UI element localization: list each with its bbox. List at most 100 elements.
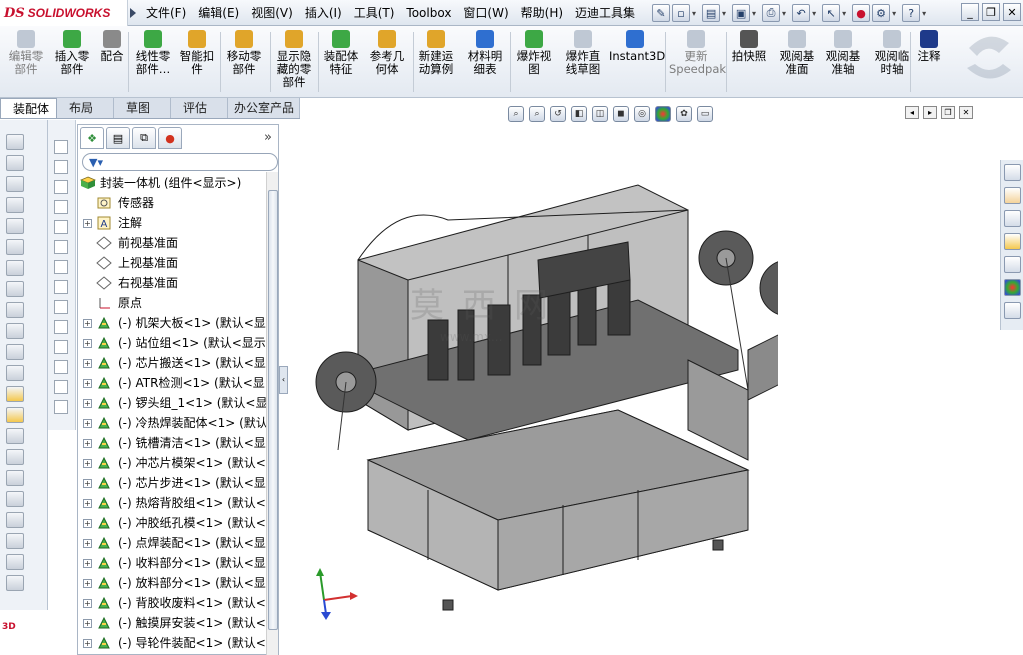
tree-item[interactable]: + (-) 站位组<1> (默认<显示: [78, 333, 266, 353]
tree-item[interactable]: + (-) 锣头组_1<1> (默认<显: [78, 393, 266, 413]
left-tool-icon-6[interactable]: [6, 260, 24, 276]
sw-resources-icon[interactable]: [1004, 164, 1021, 181]
tree-item[interactable]: + (-) 触摸屏安装<1> (默认<: [78, 613, 266, 633]
tree-expand-icon[interactable]: +: [83, 499, 92, 508]
viewport-restore-icon[interactable]: ❐: [941, 106, 955, 119]
zoom-to-fit-icon[interactable]: ⌕: [508, 106, 524, 122]
rebuild-traffic-light-icon[interactable]: ●: [852, 4, 871, 22]
tree-expand-icon[interactable]: +: [83, 319, 92, 328]
cmd-button-assembly-feature[interactable]: 装配体 特征: [320, 30, 362, 76]
cmd-button-move-component[interactable]: 移动零 部件: [222, 30, 266, 76]
tree-item[interactable]: 前视基准面: [78, 233, 266, 253]
cmd-button-view-planes[interactable]: 观阅基 准面: [776, 30, 818, 76]
feature-tree-tab-icon[interactable]: ❖: [80, 127, 104, 149]
tree-scrollbar[interactable]: [266, 172, 278, 655]
new-dropdown-icon[interactable]: ▾: [692, 9, 696, 18]
tree-item[interactable]: 右视基准面: [78, 273, 266, 293]
tree-item[interactable]: + (-) 冷热焊装配体<1> (默认: [78, 413, 266, 433]
tree-item[interactable]: 上视基准面: [78, 253, 266, 273]
tree-item[interactable]: 原点: [78, 293, 266, 313]
menu-item-8[interactable]: 迈迪工具集: [569, 3, 641, 23]
menu-item-2[interactable]: 视图(V): [245, 3, 299, 23]
close-icon[interactable]: ✕: [1003, 3, 1021, 21]
cmd-button-mate[interactable]: 配合: [97, 30, 127, 63]
tree-item[interactable]: + (-) 热熔背胶组<1> (默认<: [78, 493, 266, 513]
tree-expand-icon[interactable]: +: [83, 619, 92, 628]
left-tool-icon-1[interactable]: [6, 155, 24, 171]
cmd-button-bom[interactable]: 材料明 细表: [465, 30, 505, 76]
left-tool-icon-20[interactable]: [6, 554, 24, 570]
home-icon[interactable]: [1004, 187, 1021, 204]
left-tool-icon-7[interactable]: [6, 281, 24, 297]
hide-show-items-icon[interactable]: ◎: [634, 106, 650, 122]
tree-root[interactable]: 封装一体机 (组件<显示>): [78, 173, 266, 193]
save-icon[interactable]: ▣: [732, 4, 751, 22]
tab-0[interactable]: 装配体: [0, 98, 57, 118]
secondary-tool-icon-10[interactable]: [54, 340, 68, 354]
open-folder-icon[interactable]: ▤: [702, 4, 721, 22]
tree-expand-icon[interactable]: +: [83, 439, 92, 448]
tree-expand-icon[interactable]: +: [83, 579, 92, 588]
left-tool-icon-15[interactable]: [6, 449, 24, 465]
tree-expand-icon[interactable]: +: [83, 379, 92, 388]
cmd-button-motion-study[interactable]: 新建运 动算例: [415, 30, 457, 76]
viewport-next-icon[interactable]: ▸: [923, 106, 937, 119]
tab-3[interactable]: 评估: [171, 98, 228, 118]
display-manager-tab-icon[interactable]: ●: [158, 127, 182, 149]
viewport-close-icon[interactable]: ✕: [959, 106, 973, 119]
left-tool-icon-17[interactable]: [6, 491, 24, 507]
open-dropdown-icon[interactable]: ▾: [722, 9, 726, 18]
menu-item-5[interactable]: Toolbox: [400, 3, 457, 23]
options-dropdown-icon[interactable]: ▾: [892, 9, 896, 18]
custom-properties-icon[interactable]: [1004, 302, 1021, 319]
viewport-prev-icon[interactable]: ◂: [905, 106, 919, 119]
fm-expand-arrows-icon[interactable]: »: [264, 130, 272, 145]
menu-item-6[interactable]: 窗口(W): [457, 3, 514, 23]
cmd-button-smart-fastener[interactable]: 智能扣 件: [177, 30, 217, 76]
tree-item[interactable]: + (-) 芯片步进<1> (默认<显: [78, 473, 266, 493]
tree-expand-icon[interactable]: +: [83, 459, 92, 468]
tree-scroll-thumb[interactable]: [268, 190, 278, 630]
cmd-button-insert-component[interactable]: 插入零 部件: [52, 30, 92, 76]
left-tool-icon-18[interactable]: [6, 512, 24, 528]
help-icon[interactable]: ?: [902, 4, 921, 22]
secondary-tool-icon-4[interactable]: [54, 220, 68, 234]
left-tool-icon-8[interactable]: [6, 302, 24, 318]
options-gear-icon[interactable]: ⚙: [872, 4, 891, 22]
left-tool-icon-12[interactable]: [6, 386, 24, 402]
edit-appearance-icon[interactable]: [655, 106, 671, 122]
left-tool-icon-10[interactable]: [6, 344, 24, 360]
tree-expand-icon[interactable]: +: [83, 519, 92, 528]
left-tool-icon-3[interactable]: [6, 197, 24, 213]
new-document-icon[interactable]: ▫: [672, 4, 690, 22]
solidworks-logo[interactable]: DS SOLIDWORKS: [0, 0, 128, 26]
secondary-tool-icon-1[interactable]: [54, 160, 68, 174]
cmd-button-annotation[interactable]: 注释: [912, 30, 946, 63]
tab-2[interactable]: 草图: [114, 98, 171, 118]
tree-item[interactable]: + (-) 点焊装配<1> (默认<显: [78, 533, 266, 553]
tree-item[interactable]: + (-) 冲胶纸孔模<1> (默认<: [78, 513, 266, 533]
configuration-manager-tab-icon[interactable]: ⧉: [132, 127, 156, 149]
menu-item-7[interactable]: 帮助(H): [515, 3, 569, 23]
left-tool-icon-16[interactable]: [6, 470, 24, 486]
menu-pin-arrow-icon[interactable]: [130, 8, 136, 18]
tree-expand-icon[interactable]: +: [83, 639, 92, 648]
tree-filter-input[interactable]: ▼▾: [82, 153, 278, 171]
left-tool-icon-2[interactable]: [6, 176, 24, 192]
property-manager-tab-icon[interactable]: ▤: [106, 127, 130, 149]
cmd-button-view-axes[interactable]: 观阅基 准轴: [822, 30, 864, 76]
secondary-tool-icon-0[interactable]: [54, 140, 68, 154]
secondary-tool-icon-7[interactable]: [54, 280, 68, 294]
select-arrow-icon[interactable]: ↖: [822, 4, 841, 22]
undo-dropdown-icon[interactable]: ▾: [812, 9, 816, 18]
filter-funnel-icon[interactable]: ▼▾: [89, 156, 103, 169]
left-tool-icon-0[interactable]: [6, 134, 24, 150]
tree-item[interactable]: + (-) 机架大板<1> (默认<显: [78, 313, 266, 333]
restore-icon[interactable]: ❐: [982, 3, 1000, 21]
assembly-model-render[interactable]: [308, 160, 778, 620]
secondary-tool-icon-9[interactable]: [54, 320, 68, 334]
view-orientation-icon[interactable]: ◫: [592, 106, 608, 122]
scene-icon[interactable]: ✿: [676, 106, 692, 122]
3d-content-central-icon[interactable]: 3D: [2, 622, 26, 648]
display-style-icon[interactable]: ◼: [613, 106, 629, 122]
